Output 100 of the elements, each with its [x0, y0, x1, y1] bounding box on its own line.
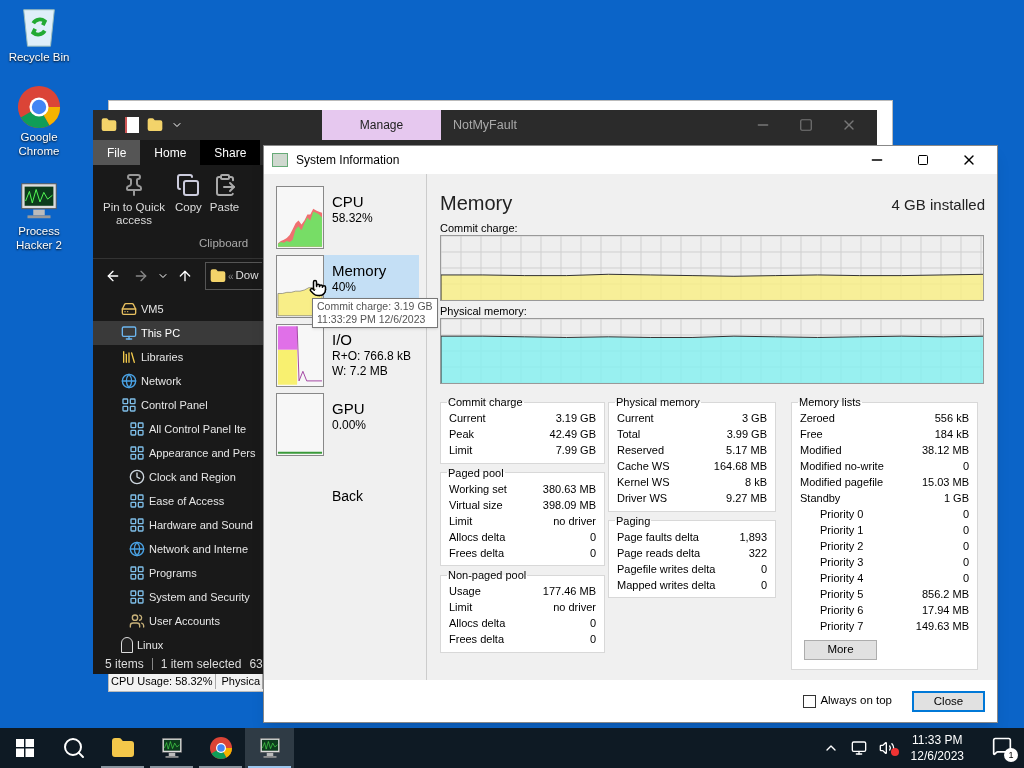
status-text: 5 items	[105, 656, 144, 673]
ribbon-tab[interactable]: Share	[200, 140, 261, 165]
stat-label: Limit	[449, 443, 473, 459]
stat-label: Driver WS	[617, 491, 668, 507]
nav-item[interactable]: Network and Interne	[93, 537, 263, 561]
stat-value: 0	[962, 539, 969, 555]
stat-label: Working set	[449, 481, 507, 497]
stat-value: 3.99 GB	[726, 427, 767, 443]
summary-tile[interactable]: GPU 0.00%	[276, 393, 419, 457]
stat-value: 556 kB	[934, 411, 969, 427]
back-button[interactable]: Back	[332, 486, 372, 507]
clock[interactable]: 11:33 PM 12/6/2023	[906, 732, 968, 764]
ribbon-tab[interactable]: File	[93, 140, 141, 165]
taskbar-button[interactable]	[245, 728, 294, 768]
clock-icon	[129, 469, 145, 485]
chrome-logo-icon	[16, 84, 62, 130]
usage-graph	[276, 186, 324, 249]
panel-icon	[129, 517, 145, 533]
nav-item[interactable]: Libraries	[93, 345, 263, 369]
nav-item[interactable]: Ease of Access	[93, 489, 263, 513]
up-icon[interactable]	[177, 268, 193, 284]
tile-value: R+O: 766.8 kB	[332, 349, 413, 364]
nav-item[interactable]: All Control Panel Ite	[93, 417, 263, 441]
address-field[interactable]: « Dow	[205, 262, 262, 290]
nav-item[interactable]: Clock and Region	[93, 465, 263, 489]
back-icon[interactable]	[105, 268, 121, 284]
stat-value: 0	[760, 561, 767, 577]
desktop-icon-label[interactable]: Process Hacker 2	[2, 224, 76, 252]
stat-value: no driver	[553, 513, 596, 529]
group-title: Non-paged pool	[447, 568, 528, 583]
nav-item[interactable]: Control Panel	[93, 393, 263, 417]
nav-item[interactable]: VM5	[93, 297, 263, 321]
panel-icon	[129, 421, 145, 437]
ribbon-button[interactable]: Copy	[175, 173, 202, 214]
stat-value: 0	[760, 577, 767, 593]
tile-title: I/O	[332, 330, 353, 349]
tile-value: 0.00%	[332, 418, 368, 433]
stat-label: Frees delta	[449, 632, 505, 648]
summary-tile[interactable]: CPU 58.32%	[276, 186, 419, 250]
context-tab[interactable]: Manage	[322, 110, 441, 140]
stat-value: 0	[589, 545, 596, 561]
panel-icon	[129, 445, 145, 461]
stat-value: 164.68 MB	[713, 459, 767, 475]
stat-value: 5.17 MB	[726, 443, 767, 459]
users-icon	[129, 613, 145, 629]
stat-value: 184 kB	[934, 427, 969, 443]
stat-label: Allocs delta	[449, 529, 506, 545]
panel-icon	[129, 589, 145, 605]
desktop-icon-label[interactable]: Recycle Bin	[2, 50, 76, 64]
stat-label: Peak	[449, 427, 475, 443]
more-button[interactable]: More	[804, 639, 877, 660]
page-heading: Memory	[440, 191, 513, 216]
nav-item[interactable]: Network	[93, 369, 263, 393]
window-title: NotMyFault	[453, 116, 517, 134]
stat-label: Priority 4	[819, 571, 864, 587]
stat-label: Priority 5	[819, 587, 864, 603]
summary-tile[interactable]: I/O R+O: 766.8 kB W: 7.2 MB	[276, 324, 419, 388]
desktop-icon-label[interactable]: Google Chrome	[2, 130, 76, 158]
nav-item[interactable]: System and Security	[93, 585, 263, 609]
stat-label: Priority 6	[819, 603, 864, 619]
stat-label: Current	[449, 411, 486, 427]
nav-item[interactable]: Linux	[93, 633, 263, 654]
stat-value: 0	[962, 459, 969, 475]
nav-item[interactable]: Hardware and Sound	[93, 513, 263, 537]
stat-label: Modified	[800, 443, 842, 459]
ribbon-tab[interactable]: Home	[140, 140, 201, 165]
chrome-logo-icon	[208, 736, 233, 760]
stat-label: Free	[800, 427, 823, 443]
nav-item[interactable]: This PC	[93, 321, 263, 345]
nav-item[interactable]: User Accounts	[93, 609, 263, 633]
stat-value: 0	[589, 632, 596, 648]
installed-memory: 4 GB installed	[891, 195, 985, 215]
checkbox[interactable]	[803, 694, 817, 708]
stat-value: 0	[589, 529, 596, 545]
stat-value: 398.09 MB	[542, 497, 596, 513]
stat-label: Priority 7	[819, 619, 864, 635]
forward-icon[interactable]	[133, 268, 149, 284]
group-title: Physical memory	[615, 395, 701, 410]
stat-value: 322	[748, 545, 767, 561]
stat-label: Allocs delta	[449, 616, 506, 632]
stat-label: Page faults delta	[617, 529, 699, 545]
stat-value: 15.03 MB	[921, 475, 969, 491]
group-title: Memory lists	[798, 395, 862, 410]
stat-label: Cache WS	[617, 459, 670, 475]
nav-item[interactable]: Programs	[93, 561, 263, 585]
status-text: 63	[249, 656, 263, 673]
ribbon-button[interactable]: Pin to Quick access	[101, 173, 167, 227]
stat-value: 17.94 MB	[921, 603, 969, 619]
graph-label: Physical memory:	[440, 304, 527, 318]
stat-value: 0	[962, 555, 969, 571]
stat-label: Reserved	[617, 443, 665, 459]
stat-label: Mapped writes delta	[617, 577, 716, 593]
close-button[interactable]: Close	[912, 690, 985, 712]
maximize-icon[interactable]	[917, 154, 929, 166]
stat-label: Total	[617, 427, 641, 443]
group-title: Paged pool	[447, 465, 505, 481]
panel-icon	[129, 493, 145, 509]
nav-item[interactable]: Appearance and Pers	[93, 441, 263, 465]
ribbon-button[interactable]: Paste	[209, 173, 240, 214]
stat-label: Limit	[449, 600, 473, 616]
